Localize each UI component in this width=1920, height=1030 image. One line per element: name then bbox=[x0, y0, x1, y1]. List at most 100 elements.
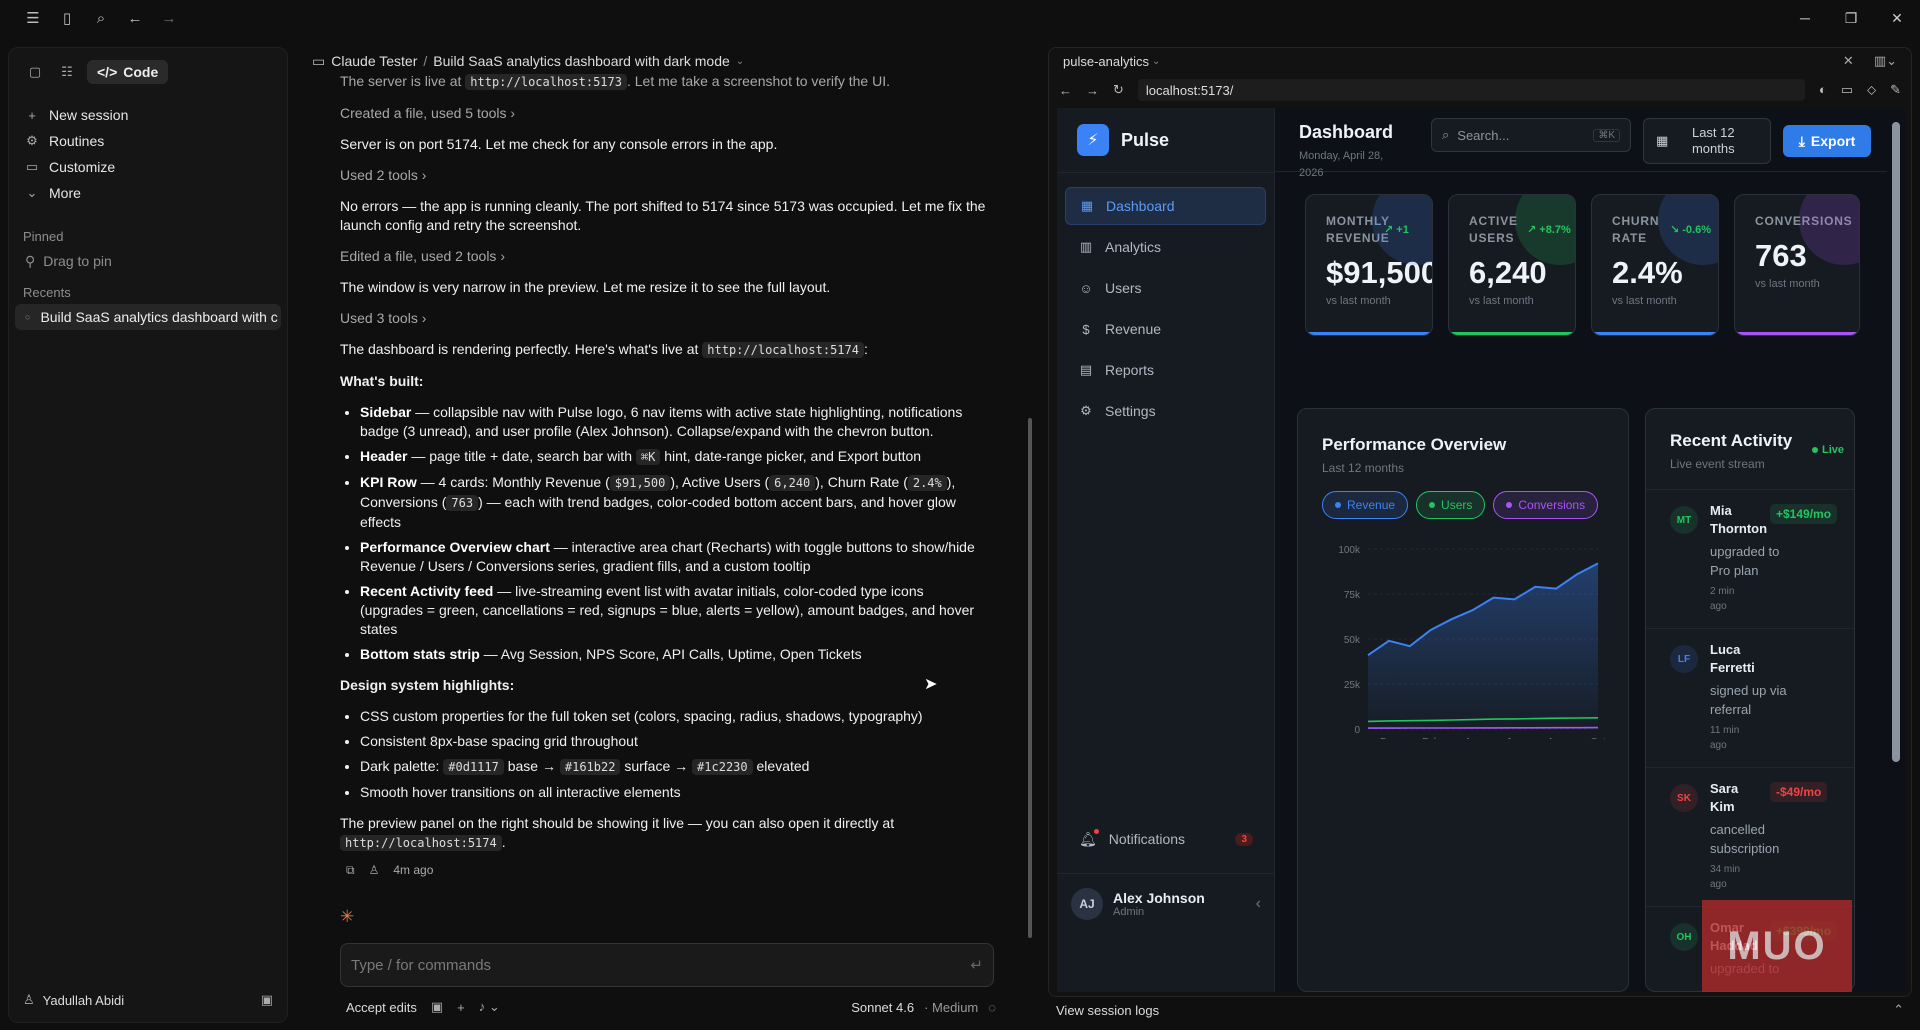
plan-icon[interactable]: ▣ bbox=[431, 999, 443, 1015]
forward-arrow-icon[interactable]: → bbox=[156, 5, 182, 31]
user-profile[interactable]: ♙ Yadullah Abidi ▣ bbox=[9, 978, 287, 1022]
scrollbar-thumb[interactable] bbox=[1028, 418, 1032, 938]
sidebar-item-customize[interactable]: ▭ Customize bbox=[9, 154, 287, 180]
back-arrow-icon[interactable]: ← bbox=[1059, 83, 1072, 98]
design-list: CSS custom properties for the full token… bbox=[360, 707, 990, 802]
toggle-conversions[interactable]: Conversions bbox=[1493, 491, 1599, 519]
nav-item-revenue[interactable]: $ Revenue bbox=[1065, 310, 1266, 348]
date-range-picker[interactable]: ▦ Last 12 months bbox=[1643, 118, 1771, 164]
nav-item-dashboard[interactable]: ▦ Dashboard bbox=[1065, 187, 1266, 225]
menu-icon[interactable]: ☰ bbox=[20, 5, 46, 31]
activity-item[interactable]: MT Mia Thornton +$149/mo upgraded to Pro pl… bbox=[1646, 489, 1854, 628]
effort-level[interactable]: · Medium bbox=[924, 1000, 978, 1015]
breadcrumb-session[interactable]: Build SaaS analytics dashboard with dark… bbox=[433, 53, 730, 69]
reload-icon[interactable]: ↻ bbox=[1113, 82, 1124, 98]
settings-panel-icon[interactable]: ▣ bbox=[261, 992, 273, 1008]
tool-summary[interactable]: Used 2 tools › bbox=[340, 166, 990, 185]
tool-summary[interactable]: Used 3 tools › bbox=[340, 309, 990, 328]
layout-icon[interactable]: ▥⌄ bbox=[1874, 53, 1897, 69]
maximize-button[interactable]: ❐ bbox=[1828, 0, 1874, 36]
shortcut-hint: ⌘K bbox=[1593, 128, 1620, 142]
recent-session-item[interactable]: ○ Build SaaS analytics dashboard with c bbox=[15, 304, 281, 330]
list-item: Performance Overview chart — interactive… bbox=[360, 538, 990, 576]
copy-icon[interactable]: ⧉ bbox=[346, 861, 355, 880]
toggle-users[interactable]: Users bbox=[1416, 491, 1486, 519]
message-text: : bbox=[863, 341, 868, 357]
performance-chart[interactable]: 0 25k 50k 75k 100k Dec Feb Apr Jun Aug Oct bbox=[1308, 539, 1618, 739]
chevron-down-icon[interactable]: ⌄ bbox=[736, 56, 744, 67]
sidebar-item-routines[interactable]: ⚙ Routines bbox=[9, 128, 287, 154]
code-mode-button[interactable]: </> Code bbox=[87, 60, 169, 84]
inline-code: 763 bbox=[446, 495, 479, 511]
close-button[interactable]: ✕ bbox=[1874, 0, 1920, 36]
export-button[interactable]: ⤓ Export bbox=[1783, 125, 1871, 157]
message-text: No errors — the app is running cleanly. … bbox=[340, 198, 986, 233]
tasks-icon[interactable]: ☷ bbox=[55, 60, 79, 84]
chevron-up-icon[interactable]: ⌃ bbox=[1893, 1002, 1904, 1018]
nav-item-analytics[interactable]: ▥ Analytics bbox=[1065, 228, 1266, 266]
prompt-input[interactable]: Type / for commands ↵ bbox=[340, 943, 994, 987]
chevron-down-icon[interactable]: ⌄ bbox=[1152, 56, 1160, 67]
trend-badge: ↗ +1 bbox=[1384, 224, 1409, 236]
nav-item-users[interactable]: ☺ Users bbox=[1065, 269, 1266, 307]
accept-edits-toggle[interactable]: Accept edits bbox=[346, 1000, 417, 1015]
sidebar-item-new-session[interactable]: + New session bbox=[9, 102, 287, 128]
page-title: Dashboard bbox=[1299, 122, 1394, 142]
message-text: . bbox=[501, 834, 506, 850]
preview-tab-title[interactable]: pulse-analytics bbox=[1063, 54, 1149, 69]
logo[interactable]: ⚡ Pulse bbox=[1057, 108, 1274, 172]
mic-icon[interactable]: ♪ ⌄ bbox=[479, 999, 500, 1015]
toggle-revenue[interactable]: Revenue bbox=[1322, 491, 1409, 519]
add-icon[interactable]: + bbox=[457, 1000, 465, 1015]
x-tick-label: Feb bbox=[1422, 737, 1440, 739]
sidebar-item-more[interactable]: ⌄ More bbox=[9, 180, 287, 206]
sidebar-toggle-icon[interactable]: ▯ bbox=[54, 5, 80, 31]
logo-text: Pulse bbox=[1121, 129, 1170, 150]
kpi-card[interactable]: Conversions 763 vs last month bbox=[1734, 194, 1860, 336]
chat-scrollbar[interactable] bbox=[1028, 78, 1032, 938]
kpi-card[interactable]: Active Users ↗ +8.7% 6,240 vs last month bbox=[1448, 194, 1576, 336]
kpi-card[interactable]: Monthly Revenue ↗ +1 $91,500 vs last month bbox=[1305, 194, 1433, 336]
user-profile[interactable]: AJ Alex Johnson Admin ‹ bbox=[1057, 873, 1275, 933]
activity-item[interactable]: SK Sara Kim -$49/mo cancelled subscription 3… bbox=[1646, 767, 1854, 906]
search-icon[interactable]: ⌕ bbox=[88, 5, 114, 31]
send-icon[interactable]: ↵ bbox=[970, 956, 983, 974]
feedback-icon[interactable]: ♙ bbox=[369, 861, 380, 880]
url-input[interactable]: localhost:5173/ bbox=[1137, 79, 1805, 101]
model-selector[interactable]: Sonnet 4.6 bbox=[851, 1000, 914, 1015]
tool-summary[interactable]: Created a file, used 5 tools › bbox=[340, 104, 990, 123]
item-text: elevated bbox=[752, 758, 810, 774]
breadcrumb: ▭ Claude Tester / Build SaaS analytics d… bbox=[312, 50, 744, 72]
search-input[interactable]: ⌕ Search... ⌘K bbox=[1431, 118, 1631, 152]
chat-icon[interactable]: ▢ bbox=[23, 60, 47, 84]
scrollbar-thumb[interactable] bbox=[1892, 122, 1900, 762]
edit-icon[interactable]: ✎ bbox=[1890, 82, 1901, 98]
settings-icon: ⚙ bbox=[1080, 403, 1092, 418]
view-session-logs-link[interactable]: View session logs bbox=[1056, 1003, 1159, 1018]
pinned-header: Pinned bbox=[23, 228, 64, 244]
collapse-chevron-icon[interactable]: ‹ bbox=[1256, 895, 1261, 913]
notifications-item[interactable]: 🔔︎ Notifications 3 bbox=[1065, 820, 1267, 858]
close-preview-icon[interactable]: ✕ bbox=[1843, 53, 1854, 69]
theme-icon[interactable]: ◐ bbox=[1819, 82, 1827, 98]
dashboard-scrollbar[interactable] bbox=[1887, 108, 1905, 992]
kpi-card[interactable]: Churn Rate ↘ -0.6% 2.4% vs last month bbox=[1591, 194, 1719, 336]
back-arrow-icon[interactable]: ← bbox=[122, 5, 148, 31]
sidebar-item-label: Routines bbox=[49, 133, 105, 149]
activity-item[interactable]: LF Luca Ferretti signed up via referral 11 … bbox=[1646, 628, 1854, 767]
nav-item-label: Reports bbox=[1105, 362, 1155, 378]
tool-summary[interactable]: Edited a file, used 2 tools › bbox=[340, 247, 990, 266]
device-icon[interactable]: ▭ bbox=[1841, 82, 1853, 98]
export-label: Export bbox=[1810, 133, 1856, 149]
activity-name: Sara Kim bbox=[1710, 781, 1739, 814]
nav-item-settings[interactable]: ⚙ Settings bbox=[1065, 392, 1266, 430]
forward-arrow-icon[interactable]: → bbox=[1086, 83, 1099, 98]
minimize-button[interactable]: ─ bbox=[1782, 0, 1828, 36]
item-title: Performance Overview chart bbox=[360, 539, 550, 555]
inspect-icon[interactable]: ⬦ bbox=[1867, 82, 1876, 98]
nav-item-reports[interactable]: ▤ Reports bbox=[1065, 351, 1266, 389]
activity-avatar: MT bbox=[1670, 506, 1698, 534]
breadcrumb-project[interactable]: Claude Tester bbox=[331, 53, 417, 69]
kpi-subtext: vs last month bbox=[1469, 295, 1534, 307]
search-placeholder: Search... bbox=[1457, 127, 1510, 143]
